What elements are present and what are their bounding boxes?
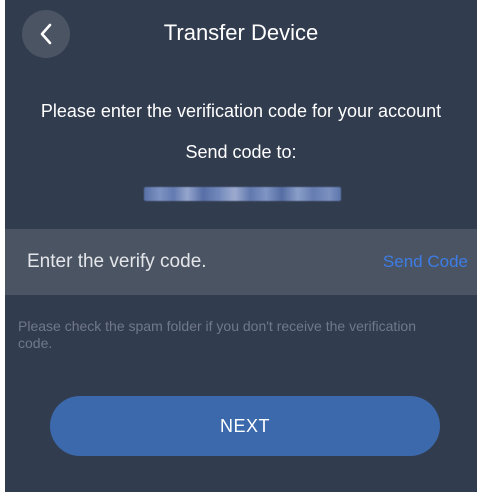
page-title: Transfer Device [163, 20, 319, 45]
verify-code-row: Send Code [5, 229, 477, 295]
send-code-link[interactable]: Send Code [383, 229, 468, 295]
verification-prompt: Please enter the verification code for y… [40, 101, 442, 121]
next-button[interactable]: NEXT [50, 396, 440, 456]
spam-folder-hint: Please check the spam folder if you don'… [18, 318, 416, 351]
transfer-device-screen: Transfer Device Please enter the verific… [5, 0, 477, 492]
obscured-email-address [144, 187, 341, 201]
verify-code-input[interactable] [25, 229, 367, 295]
send-code-to-label: Send code to: [185, 142, 297, 162]
